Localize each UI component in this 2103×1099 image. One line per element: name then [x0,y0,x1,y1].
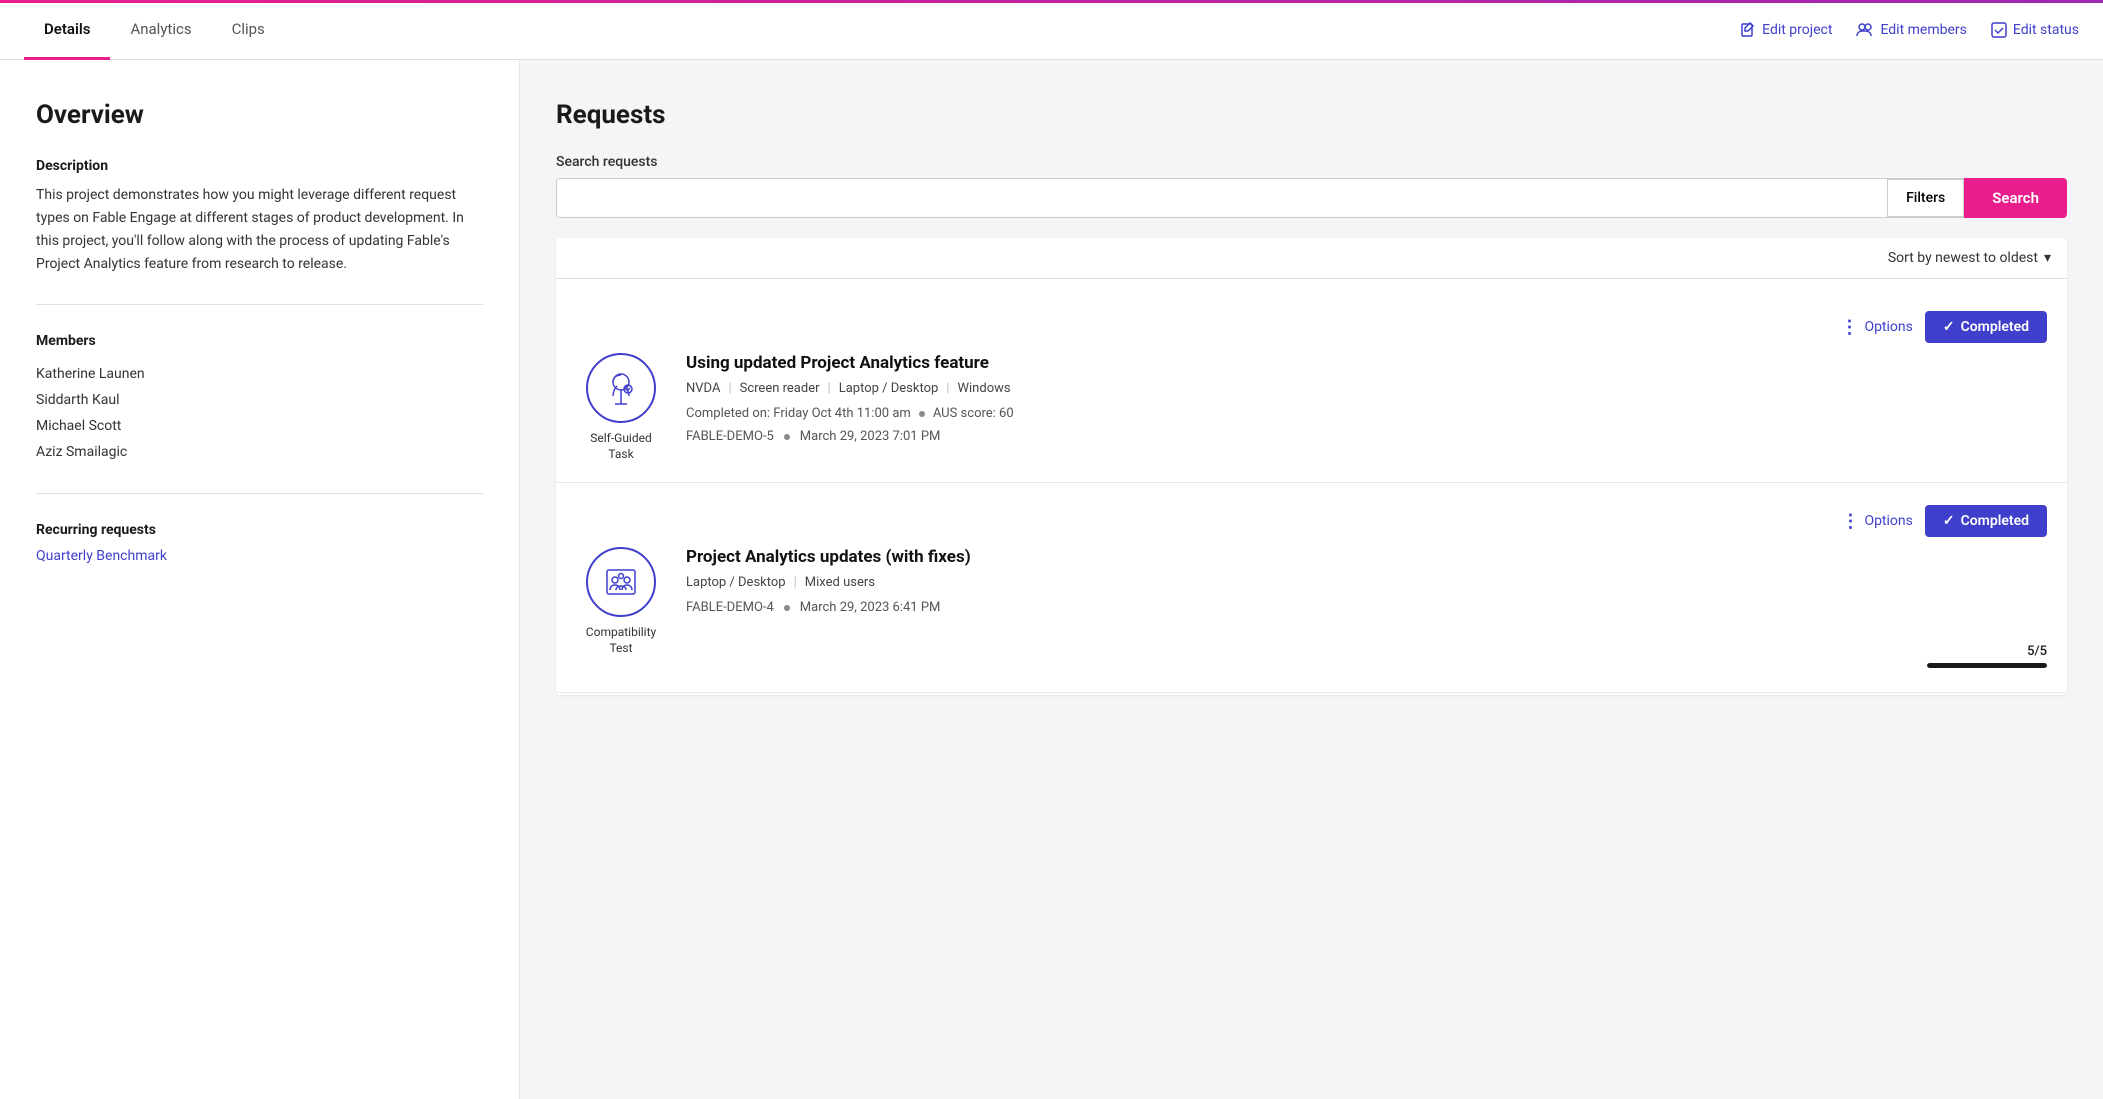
chevron-down-icon: ▾ [2044,250,2051,266]
divider-1 [36,304,483,305]
card-tags-1: Laptop / Desktop | Mixed users [686,575,2047,590]
icon-label-1: CompatibilityTest [586,625,656,656]
members-list: Katherine Launen Siddarth Kaul Michael S… [36,361,483,465]
description-text: This project demonstrates how you might … [36,184,483,276]
search-input[interactable] [557,179,1887,217]
card-meta-0: Completed on: Friday Oct 4th 11:00 am AU… [686,406,2047,421]
description-label: Description [36,158,483,174]
edit-members-button[interactable]: Edit members [1856,22,1966,38]
card-footer-1: FABLE-DEMO-4 March 29, 2023 6:41 PM [686,600,2047,615]
member-2: Michael Scott [36,413,483,439]
search-input-wrapper: Filters [556,178,1964,218]
search-button[interactable]: Search [1964,178,2067,218]
icon-label-0: Self-GuidedTask [590,431,652,462]
check-icon-1: ✓ [1943,513,1955,529]
overview-title: Overview [36,100,483,130]
card-title-1: Project Analytics updates (with fixes) [686,547,2047,567]
edit-members-icon [1856,22,1874,38]
tab-analytics[interactable]: Analytics [110,1,211,60]
quarterly-benchmark-link[interactable]: Quarterly Benchmark [36,548,167,564]
card-top-row-1: ⋮ Options ✓ Completed [576,505,2047,537]
recurring-label: Recurring requests [36,522,483,538]
edit-project-button[interactable]: Edit project [1740,22,1832,38]
search-label: Search requests [556,154,2067,170]
cards-container: Sort by newest to oldest ▾ ⋮ Options ✓ C… [556,238,2067,695]
dot-0 [919,411,925,417]
top-nav: Details Analytics Clips Edit project Edi… [0,0,2103,60]
tab-details[interactable]: Details [24,1,110,60]
left-panel: Overview Description This project demons… [0,60,520,1099]
progress-fill-1 [1927,663,2047,668]
nav-tabs: Details Analytics Clips [24,0,285,59]
member-3: Aziz Smailagic [36,439,483,465]
requests-title: Requests [556,100,2067,130]
status-badge-0: ✓ Completed [1925,311,2047,343]
card-icon-block-0: Self-GuidedTask [576,353,666,462]
dot-2 [784,605,790,611]
divider-2 [36,493,483,494]
main-layout: Overview Description This project demons… [0,60,2103,1099]
tab-clips[interactable]: Clips [212,1,285,60]
dots-icon-0: ⋮ [1840,317,1859,338]
edit-project-icon [1740,22,1756,38]
member-0: Katherine Launen [36,361,483,387]
dot-1 [784,434,790,440]
card-content-1: CompatibilityTest Project Analytics upda… [576,547,2047,656]
card-title-0: Using updated Project Analytics feature [686,353,2047,373]
status-badge-1: ✓ Completed [1925,505,2047,537]
card-details-1: Project Analytics updates (with fixes) L… [686,547,2047,615]
card-details-0: Using updated Project Analytics feature … [686,353,2047,444]
dots-icon-1: ⋮ [1841,511,1859,532]
progress-label-1: 5/5 [2027,644,2047,659]
edit-status-button[interactable]: Edit status [1991,22,2079,38]
sort-row: Sort by newest to oldest ▾ [556,238,2067,279]
progress-bar-1 [1927,663,2047,668]
card-top-row-0: ⋮ Options ✓ Completed [576,311,2047,343]
right-panel: Requests Search requests Filters Search … [520,60,2103,1099]
sort-dropdown[interactable]: Sort by newest to oldest ▾ [1888,250,2051,266]
card-icon-block-1: CompatibilityTest [576,547,666,656]
members-label: Members [36,333,483,349]
options-button-0[interactable]: ⋮ Options [1840,317,1912,338]
self-guided-icon [586,353,656,423]
search-row: Filters Search [556,178,2067,218]
request-card-0: ⋮ Options ✓ Completed [556,291,2067,483]
options-button-1[interactable]: ⋮ Options [1841,511,1912,532]
card-footer-0: FABLE-DEMO-5 March 29, 2023 7:01 PM [686,429,2047,444]
check-icon-0: ✓ [1943,319,1955,335]
card-tags-0: NVDA | Screen reader | Laptop / Desktop … [686,381,2047,396]
member-1: Siddarth Kaul [36,387,483,413]
nav-actions: Edit project Edit members Edit status [1740,0,2079,59]
request-card-1: ⋮ Options ✓ Completed [556,485,2067,693]
filters-button[interactable]: Filters [1887,179,1964,217]
edit-status-icon [1991,22,2007,38]
progress-wrapper-1: 5/5 [1927,644,2047,668]
card-content-0: Self-GuidedTask Using updated Project An… [576,353,2047,462]
compatibility-test-icon [586,547,656,617]
